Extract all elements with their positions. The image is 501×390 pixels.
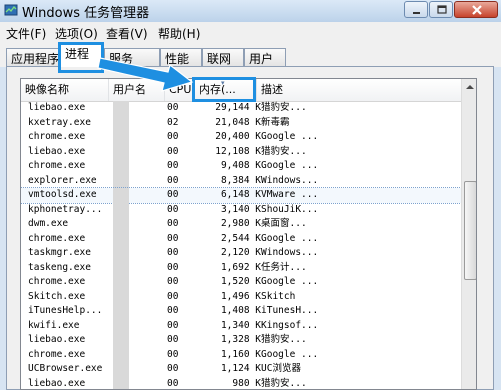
annotation-arrow-icon bbox=[97, 57, 194, 92]
task-manager-window: Windows 任务管理器 文件(F) 选项(O) 查看(V) 帮助(H) 应用… bbox=[0, 0, 501, 390]
